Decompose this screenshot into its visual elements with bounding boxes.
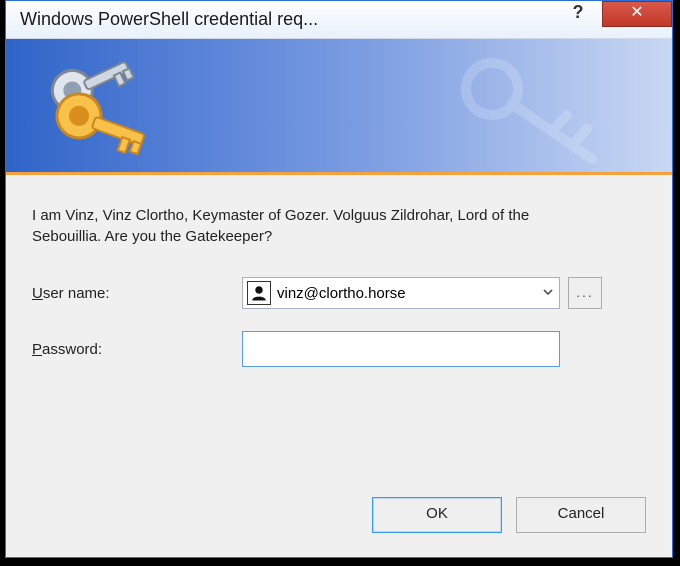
ok-button[interactable]: OK: [372, 497, 502, 533]
username-field-wrap: ...: [242, 277, 602, 309]
banner-bg-key-icon: [432, 49, 632, 169]
banner: [6, 39, 672, 175]
password-label: Password:: [32, 341, 242, 358]
chevron-down-icon[interactable]: [537, 286, 559, 301]
dialog-body: I am Vinz, Vinz Clortho, Keymaster of Go…: [6, 175, 672, 409]
password-input[interactable]: [242, 331, 560, 367]
credential-dialog-window: Windows PowerShell credential req... ? ✕: [5, 0, 673, 558]
dialog-buttons: OK Cancel: [372, 497, 646, 533]
user-avatar-icon: [247, 281, 271, 305]
dialog-message: I am Vinz, Vinz Clortho, Keymaster of Go…: [32, 205, 592, 247]
cancel-button[interactable]: Cancel: [516, 497, 646, 533]
help-button[interactable]: ?: [560, 1, 596, 27]
username-label: User name:: [32, 285, 242, 302]
password-row: Password:: [32, 331, 646, 367]
titlebar-controls: ? ✕: [560, 1, 672, 38]
username-input[interactable]: [271, 285, 537, 302]
username-row: User name: ...: [32, 277, 646, 309]
titlebar[interactable]: Windows PowerShell credential req... ? ✕: [6, 1, 672, 39]
username-combo[interactable]: [242, 277, 560, 309]
window-title: Windows PowerShell credential req...: [6, 9, 560, 30]
browse-button[interactable]: ...: [568, 277, 602, 309]
keys-icon: [42, 57, 152, 167]
close-button[interactable]: ✕: [602, 1, 672, 27]
